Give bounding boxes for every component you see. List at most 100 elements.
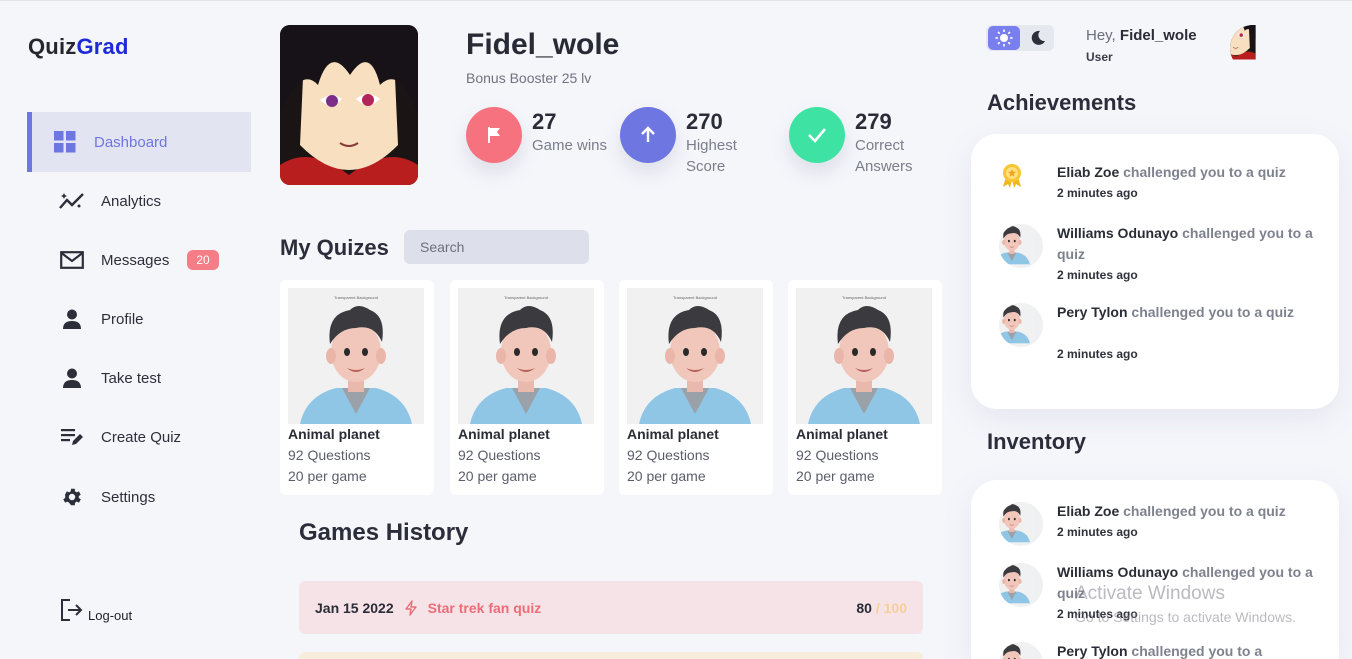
lightning-icon [404,599,418,616]
history-row[interactable]: Jan 15 2022 Star trek fan quiz 80 / 100 [299,581,923,634]
notification-time: 2 minutes ago [1057,347,1138,361]
thumbnail-caption: Transparent Background [334,295,378,300]
notification-time: 2 minutes ago [1057,525,1138,539]
notification-message: challenged you to a quiz [1119,503,1286,519]
notification-sender: Eliab Zoe [1057,503,1120,519]
logout-label: Log-out [88,608,133,623]
sidebar-item-profile[interactable]: Profile [27,289,251,349]
arrow-up-icon [620,107,676,163]
history-row[interactable] [299,652,923,659]
achievements-panel: Eliab Zoe challenged you to a quiz 2 min… [971,134,1339,409]
sidebar-item-messages[interactable]: Messages 20 [27,230,251,290]
quiz-thumbnail: Transparent Background [796,288,932,424]
quiz-per-game: 20 per game [796,468,875,484]
quiz-title: Animal planet [288,426,380,442]
history-date: Jan 15 2022 [315,599,394,616]
person-icon [59,307,85,331]
notification-message: challenged you to a quiz [1127,304,1295,320]
sidebar-item-label: Analytics [101,192,162,210]
sidebar-item-create-quiz[interactable]: Create Quiz [27,407,251,467]
avatar [999,642,1043,659]
logout-icon [61,599,83,621]
stat-game-wins: 27 Game wins [466,107,612,163]
messages-count-badge: 20 [187,250,219,270]
sidebar-item-label: Dashboard [94,133,168,151]
check-icon [789,107,845,163]
notification-text: Eliab Zoe challenged you to a quiz [1057,501,1317,522]
quiz-card[interactable]: Transparent Background Animal planet 92 … [619,280,773,495]
games-history-title: Games History [299,519,469,546]
history-score-total: / 100 [871,599,907,616]
sidebar-item-label: Settings [101,488,156,506]
thumbnail-caption: Transparent Background [842,295,886,300]
notification-sender: Williams Odunayo [1057,564,1179,580]
quiz-questions: 92 Questions [627,447,710,463]
profile-avatar [280,25,418,185]
notification-sender: Williams Odunayo [1057,225,1179,241]
quiz-title: Animal planet [627,426,719,442]
notification-text: Pery Tylon challenged you to a [1057,641,1317,659]
profile-subtitle: Bonus Booster 25 lv [466,70,592,86]
quiz-title: Animal planet [796,426,888,442]
avatar [999,224,1043,268]
notification-text: Eliab Zoe challenged you to a quiz [1057,162,1317,183]
person-icon [59,366,85,390]
avatar [999,303,1043,347]
app-logo[interactable]: QuizGrad [28,34,129,60]
sidebar-item-label: Profile [101,310,144,328]
mail-icon [59,248,85,272]
stat-label: Correct Answers [855,137,913,175]
windows-activation-watermark: Activate Windows Go to Settings to activ… [1075,583,1296,625]
quiz-per-game: 20 per game [458,468,537,484]
gear-icon [59,485,85,509]
notification-text: Pery Tylon challenged you to a quiz [1057,302,1317,323]
quiz-card[interactable]: Transparent Background Animal planet 92 … [788,280,942,495]
logout-button[interactable]: Log-out [60,599,133,623]
stat-value: 270 [686,109,723,134]
award-icon [1001,163,1023,194]
stat-correct-answers: 279 Correct Answers [789,107,935,177]
stat-label: Game wins [532,137,608,154]
quiz-per-game: 20 per game [288,468,367,484]
notification-message: challenged you to a [1127,643,1263,659]
watermark-line-2: Go to Settings to activate Windows. [1075,609,1296,625]
theme-toggle[interactable] [986,25,1054,51]
sidebar-item-label: Create Quiz [101,428,182,446]
thumbnail-caption: Transparent Background [673,295,717,300]
grid-icon [52,130,78,154]
stat-value: 27 [532,109,557,134]
quiz-card[interactable]: Transparent Background Animal planet 92 … [280,280,434,495]
history-quiz-name: Star trek fan quiz [427,599,542,616]
quiz-per-game: 20 per game [627,468,706,484]
sidebar-item-take-test[interactable]: Take test [27,348,251,408]
stat-label: Highest Score [686,137,737,175]
profile-name: Fidel_wole [466,28,620,61]
notification-sender: Pery Tylon [1057,304,1128,320]
sidebar-item-label: Messages [101,251,170,269]
user-avatar[interactable] [1230,25,1276,71]
sidebar-item-analytics[interactable]: Analytics [27,171,251,231]
sidebar-item-dashboard[interactable]: Dashboard [27,112,251,172]
edit-list-icon [59,425,85,449]
quiz-thumbnail: Transparent Background [627,288,763,424]
stat-highest-score: 270 Highest Score [620,107,766,177]
avatar [999,502,1043,546]
quiz-card[interactable]: Transparent Background Animal planet 92 … [450,280,604,495]
watermark-line-1: Activate Windows [1075,583,1225,604]
sidebar-item-settings[interactable]: Settings [27,467,251,527]
sun-icon[interactable] [988,26,1020,50]
flag-icon [466,107,522,163]
sidebar-item-label: Take test [101,369,162,387]
logo-part-grad: Grad [76,34,129,59]
quiz-questions: 92 Questions [458,447,541,463]
notification-message: challenged you to a quiz [1119,164,1286,180]
notification-sender: Pery Tylon [1057,643,1128,659]
user-role: User [1086,50,1113,64]
notification-sender: Eliab Zoe [1057,164,1120,180]
quiz-search-input[interactable] [404,230,589,264]
thumbnail-caption: Transparent Background [504,295,548,300]
stat-value: 279 [855,109,892,134]
notification-time: 2 minutes ago [1057,268,1138,282]
notification-text: Williams Odunayo challenged you to a qui… [1057,223,1317,265]
moon-icon[interactable] [1024,26,1052,50]
